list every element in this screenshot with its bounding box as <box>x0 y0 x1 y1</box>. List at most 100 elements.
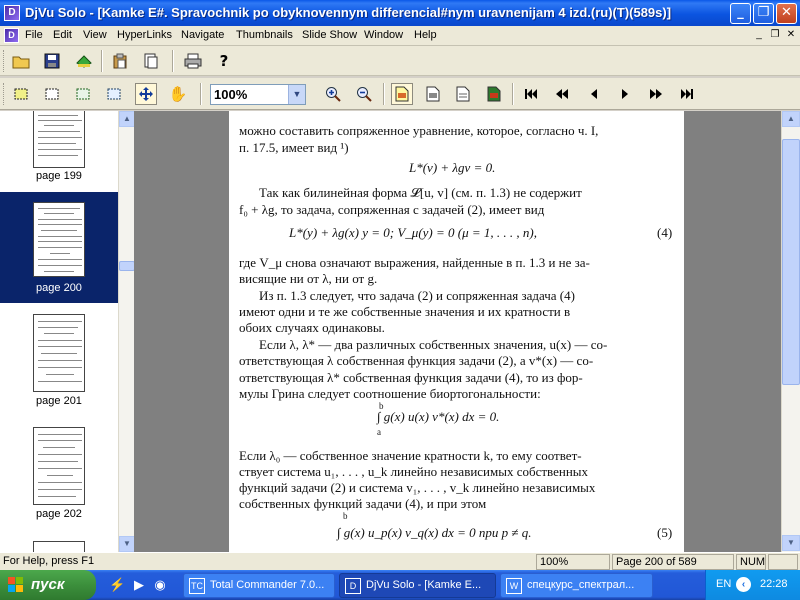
mdi-restore-button[interactable]: ❐ <box>768 29 782 41</box>
text-line: ответствующая λ собственная функция зада… <box>239 353 594 368</box>
page-foreground-icon[interactable] <box>483 83 505 105</box>
menu-navigate[interactable]: Navigate <box>181 29 224 41</box>
formula: ∫ g(x) u(x) v*(x) dx = 0. <box>377 409 500 424</box>
page-thumbnail[interactable] <box>33 314 85 392</box>
page-thumbnail[interactable] <box>33 541 85 552</box>
select-text-icon[interactable] <box>72 83 94 105</box>
title-bar[interactable]: D DjVu Solo - [Kamke E#. Spravochnik po … <box>0 0 800 26</box>
task-total-commander[interactable]: TC Total Commander 7.0... <box>183 573 335 598</box>
zoom-in-icon[interactable] <box>322 83 344 105</box>
text-line: ствует система u₁, . . . , u_k линейно н… <box>239 464 589 479</box>
hand-icon[interactable]: ✋ <box>167 83 189 105</box>
minimize-button[interactable]: _ <box>730 3 751 24</box>
task-label: спецкурс_спектрал... <box>527 579 635 591</box>
view-toolbar: ✋ <box>0 78 800 110</box>
menu-slide-show[interactable]: Slide Show <box>302 29 357 41</box>
status-zoom: 100% <box>536 554 610 570</box>
export-icon[interactable] <box>73 50 95 72</box>
toolbar-grip[interactable] <box>3 50 6 72</box>
last-page-icon[interactable] <box>676 83 698 105</box>
back-pages-icon[interactable] <box>551 83 573 105</box>
thumbnail-item[interactable] <box>0 539 118 552</box>
menu-hyperlinks[interactable]: HyperLinks <box>117 29 172 41</box>
formula: L*(v) + λgv = 0. <box>409 160 496 175</box>
page-background-icon[interactable] <box>452 83 474 105</box>
start-button[interactable]: пуск <box>0 570 96 600</box>
text-line: ответствующая λ* собственная функция зад… <box>239 370 583 385</box>
menu-file[interactable]: File <box>25 29 43 41</box>
select-region-icon[interactable] <box>41 83 63 105</box>
open-icon[interactable] <box>10 50 32 72</box>
page-color-icon[interactable] <box>391 83 413 105</box>
page-thumbnail[interactable] <box>33 202 85 277</box>
document-scroll-thumb[interactable] <box>782 139 800 385</box>
text-line: висящие ни от λ, ни от g. <box>239 271 378 286</box>
mdi-close-button[interactable]: ✕ <box>784 29 798 41</box>
copy-page-icon[interactable] <box>140 50 162 72</box>
status-num: NUM <box>736 554 766 570</box>
text-line: собственных функций задачи (4), и при эт… <box>239 496 487 511</box>
status-page: Page 200 of 589 <box>612 554 734 570</box>
previous-page-icon[interactable] <box>583 83 605 105</box>
paste-icon[interactable] <box>109 50 131 72</box>
select-rect-icon[interactable] <box>10 83 32 105</box>
document-scrollbar[interactable]: ▲ ▼ <box>781 111 800 552</box>
task-djvu-solo[interactable]: D DjVu Solo - [Kamke E... <box>339 573 496 598</box>
close-button[interactable]: ✕ <box>776 3 797 24</box>
thumbnail-item[interactable]: page 201 <box>0 311 118 416</box>
first-page-icon[interactable] <box>520 83 542 105</box>
toolbar-separator <box>200 83 202 105</box>
select-image-icon[interactable] <box>103 83 125 105</box>
language-indicator[interactable]: EN <box>716 578 731 590</box>
tray-expand-icon[interactable]: ‹ <box>736 577 751 592</box>
menu-edit[interactable]: Edit <box>53 29 72 41</box>
next-page-icon[interactable] <box>614 83 636 105</box>
help-icon[interactable]: ? <box>213 50 235 72</box>
menu-thumbnails[interactable]: Thumbnails <box>236 29 293 41</box>
thumbnail-item[interactable]: page 199 <box>0 111 118 187</box>
page-thumbnail[interactable] <box>33 111 85 168</box>
toolbar-grip[interactable] <box>3 83 6 105</box>
scroll-down-icon[interactable]: ▼ <box>782 535 800 551</box>
thumbnail-scrollbar[interactable]: ▲ ▼ <box>118 111 135 552</box>
formula: L*(y) + λg(x) y = 0; V_μ(y) = 0 (μ = 1, … <box>289 225 537 240</box>
quicklaunch-arrow-icon[interactable]: ⚡ <box>109 577 125 593</box>
scroll-up-icon[interactable]: ▲ <box>782 111 800 127</box>
document-view[interactable]: можно составить сопряженное уравнение, к… <box>134 111 781 552</box>
thumbnail-item-selected[interactable]: page 200 <box>0 192 118 303</box>
zoom-select[interactable]: 100% ▼ <box>210 84 306 105</box>
djvu-app-icon[interactable]: D <box>4 5 20 21</box>
thumbnail-item[interactable]: page 202 <box>0 425 118 525</box>
document-icon[interactable]: D <box>4 28 19 43</box>
page-thumbnail[interactable] <box>33 427 85 505</box>
task-document[interactable]: W спецкурс_спектрал... <box>500 573 653 598</box>
taskbar: пуск ⚡ ▶ ◉ TC Total Commander 7.0... D D… <box>0 570 800 600</box>
windows-flag-icon <box>8 577 23 592</box>
page-bw-icon[interactable] <box>422 83 444 105</box>
menu-help[interactable]: Help <box>414 29 437 41</box>
quicklaunch-browser-icon[interactable]: ◉ <box>152 577 168 593</box>
text-line: п. 17.5, имеет вид ¹) <box>239 140 349 155</box>
quicklaunch-media-icon[interactable]: ▶ <box>131 577 147 593</box>
toolbar-separator <box>512 83 514 105</box>
menu-window[interactable]: Window <box>364 29 403 41</box>
thumbnail-scroll-thumb[interactable] <box>119 261 135 271</box>
mdi-minimize-button[interactable]: _ <box>752 29 766 41</box>
menu-view[interactable]: View <box>83 29 107 41</box>
window-title: DjVu Solo - [Kamke E#. Spravochnik po ob… <box>25 5 672 20</box>
pan-move-icon[interactable] <box>135 83 157 105</box>
scroll-down-icon[interactable]: ▼ <box>119 536 135 552</box>
document-page[interactable]: можно составить сопряженное уравнение, к… <box>229 111 684 552</box>
text-line: Из п. 1.3 следует, что задача (2) и сопр… <box>259 288 575 303</box>
thumbnail-pane[interactable]: page 199 page 200 page 201 page 202 <box>0 111 118 552</box>
text-line: где V_μ снова означают выражения, найден… <box>239 255 590 270</box>
print-icon[interactable] <box>182 50 204 72</box>
save-icon[interactable] <box>41 50 63 72</box>
zoom-out-icon[interactable] <box>353 83 375 105</box>
maximize-button[interactable]: ❐ <box>753 3 774 24</box>
scroll-up-icon[interactable]: ▲ <box>119 111 135 127</box>
forward-pages-icon[interactable] <box>645 83 667 105</box>
chevron-down-icon[interactable]: ▼ <box>288 85 305 104</box>
zoom-value: 100% <box>214 87 248 102</box>
clock[interactable]: 22:28 <box>760 578 788 590</box>
